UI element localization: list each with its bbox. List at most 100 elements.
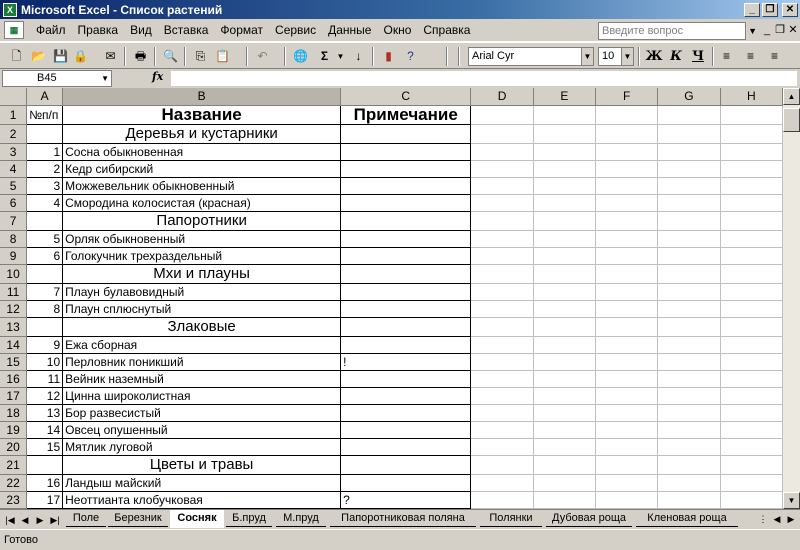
cell-empty[interactable] (533, 474, 596, 492)
column-header[interactable]: A (26, 88, 64, 106)
cell-empty[interactable] (720, 455, 783, 475)
cell-note[interactable]: Примечание (340, 104, 472, 125)
cell-empty[interactable] (657, 336, 721, 354)
cell-name[interactable]: Мятлик луговой (62, 437, 342, 456)
cell-empty[interactable] (595, 230, 659, 248)
new-icon[interactable]: 🗋 (8, 48, 25, 65)
cell-note[interactable] (340, 473, 472, 492)
cell-empty[interactable] (657, 247, 721, 265)
cell-empty[interactable] (720, 160, 783, 178)
cell-empty[interactable] (533, 211, 596, 231)
row-header[interactable]: 15 (0, 353, 28, 371)
column-header[interactable]: B (62, 88, 342, 106)
cell-number[interactable] (26, 454, 64, 475)
cell-empty[interactable] (720, 230, 783, 248)
cell-empty[interactable] (595, 404, 659, 422)
cell-empty[interactable] (533, 336, 596, 354)
menu-view[interactable]: Вид (124, 20, 158, 40)
cell-empty[interactable] (657, 143, 721, 161)
cell-empty[interactable] (720, 474, 783, 492)
cell-number[interactable]: 12 (26, 386, 64, 405)
row-header[interactable]: 12 (0, 300, 28, 318)
copy-icon[interactable]: ⎘ (192, 48, 209, 65)
cell-empty[interactable] (595, 264, 659, 284)
permission-icon[interactable]: 🔒 (72, 48, 89, 65)
cell-name[interactable]: Плаун сплюснутый (62, 299, 342, 318)
cell-empty[interactable] (470, 353, 534, 371)
formula-input[interactable] (170, 70, 798, 87)
cell-empty[interactable] (533, 438, 596, 456)
cell-note[interactable] (340, 246, 472, 265)
sheet-tab[interactable]: Дубовая роща (546, 510, 632, 527)
cell-empty[interactable] (595, 105, 659, 125)
cell-empty[interactable] (595, 455, 659, 475)
cell-empty[interactable] (470, 474, 534, 492)
cell-empty[interactable] (720, 404, 783, 422)
row-header[interactable]: 11 (0, 283, 28, 301)
cell-name[interactable]: Смородина колосистая (красная) (62, 193, 342, 212)
cell-empty[interactable] (595, 387, 659, 405)
sheet-tab[interactable]: М.пруд (276, 510, 326, 527)
cell-note[interactable] (340, 282, 472, 301)
open-icon[interactable]: 📂 (30, 48, 47, 65)
row-header[interactable]: 18 (0, 404, 28, 422)
row-header[interactable]: 14 (0, 336, 28, 354)
cell-note[interactable] (340, 210, 472, 231)
cell-empty[interactable] (470, 404, 534, 422)
cell-empty[interactable] (720, 387, 783, 405)
cell-empty[interactable] (533, 353, 596, 371)
cell-empty[interactable] (470, 247, 534, 265)
cell-name[interactable]: Кедр сибирский (62, 159, 342, 178)
name-box[interactable]: B45 ▼ (2, 70, 112, 87)
cell-empty[interactable] (657, 455, 721, 475)
cell-empty[interactable] (533, 177, 596, 195)
cell-empty[interactable] (595, 160, 659, 178)
save-icon[interactable]: 💾 (52, 48, 69, 65)
font-size-select[interactable]: 10 ▼ (598, 47, 634, 66)
sheet-tab[interactable]: Б.пруд (226, 510, 272, 527)
row-header[interactable]: 1 (0, 105, 28, 125)
chevron-down-icon[interactable]: ▼ (581, 48, 593, 65)
cell-empty[interactable] (470, 300, 534, 318)
autosum-icon[interactable]: Σ (316, 48, 333, 65)
cell-empty[interactable] (595, 438, 659, 456)
cell-empty[interactable] (533, 370, 596, 388)
cell-empty[interactable] (533, 160, 596, 178)
cell-note[interactable] (340, 193, 472, 212)
cell-empty[interactable] (470, 105, 534, 125)
sheet-tab-active[interactable]: Сосняк (170, 510, 224, 528)
cell-name[interactable]: Голокучник трехраздельный (62, 246, 342, 265)
cell-name[interactable]: Цветы и травы (62, 454, 342, 475)
cell-empty[interactable] (720, 336, 783, 354)
cell-empty[interactable] (533, 491, 596, 509)
cell-empty[interactable] (533, 421, 596, 439)
row-header[interactable]: 4 (0, 160, 28, 178)
italic-button[interactable]: К (666, 48, 686, 65)
cell-number[interactable]: 17 (26, 490, 64, 509)
cell-empty[interactable] (595, 247, 659, 265)
cell-empty[interactable] (720, 317, 783, 337)
cell-empty[interactable] (720, 124, 783, 144)
cell-empty[interactable] (533, 194, 596, 212)
cell-name[interactable]: Можжевельник обыкновенный (62, 176, 342, 195)
row-header[interactable]: 2 (0, 124, 28, 144)
column-header[interactable]: F (595, 88, 659, 106)
cell-name[interactable]: Цинна широколистная (62, 386, 342, 405)
row-header[interactable]: 13 (0, 317, 28, 337)
cell-empty[interactable] (657, 387, 721, 405)
cell-empty[interactable] (595, 283, 659, 301)
spreadsheet-grid[interactable]: A B C D E F G H 1 №п/п Название Примечание 2… (0, 88, 783, 509)
column-header[interactable]: D (470, 88, 534, 106)
horizontal-scrollbar[interactable]: ⋮ ◀ ▶ (756, 512, 798, 528)
chart-wizard-icon[interactable]: ▮ (380, 48, 397, 65)
cell-empty[interactable] (720, 105, 783, 125)
column-header[interactable]: E (533, 88, 596, 106)
cell-number[interactable]: 11 (26, 369, 64, 388)
cell-number[interactable] (26, 123, 64, 144)
menu-edit[interactable]: Правка (72, 20, 125, 40)
cell-empty[interactable] (720, 247, 783, 265)
cell-empty[interactable] (657, 105, 721, 125)
cell-number[interactable]: 2 (26, 159, 64, 178)
cell-name[interactable]: Деревья и кустарники (62, 123, 342, 144)
cell-empty[interactable] (533, 124, 596, 144)
